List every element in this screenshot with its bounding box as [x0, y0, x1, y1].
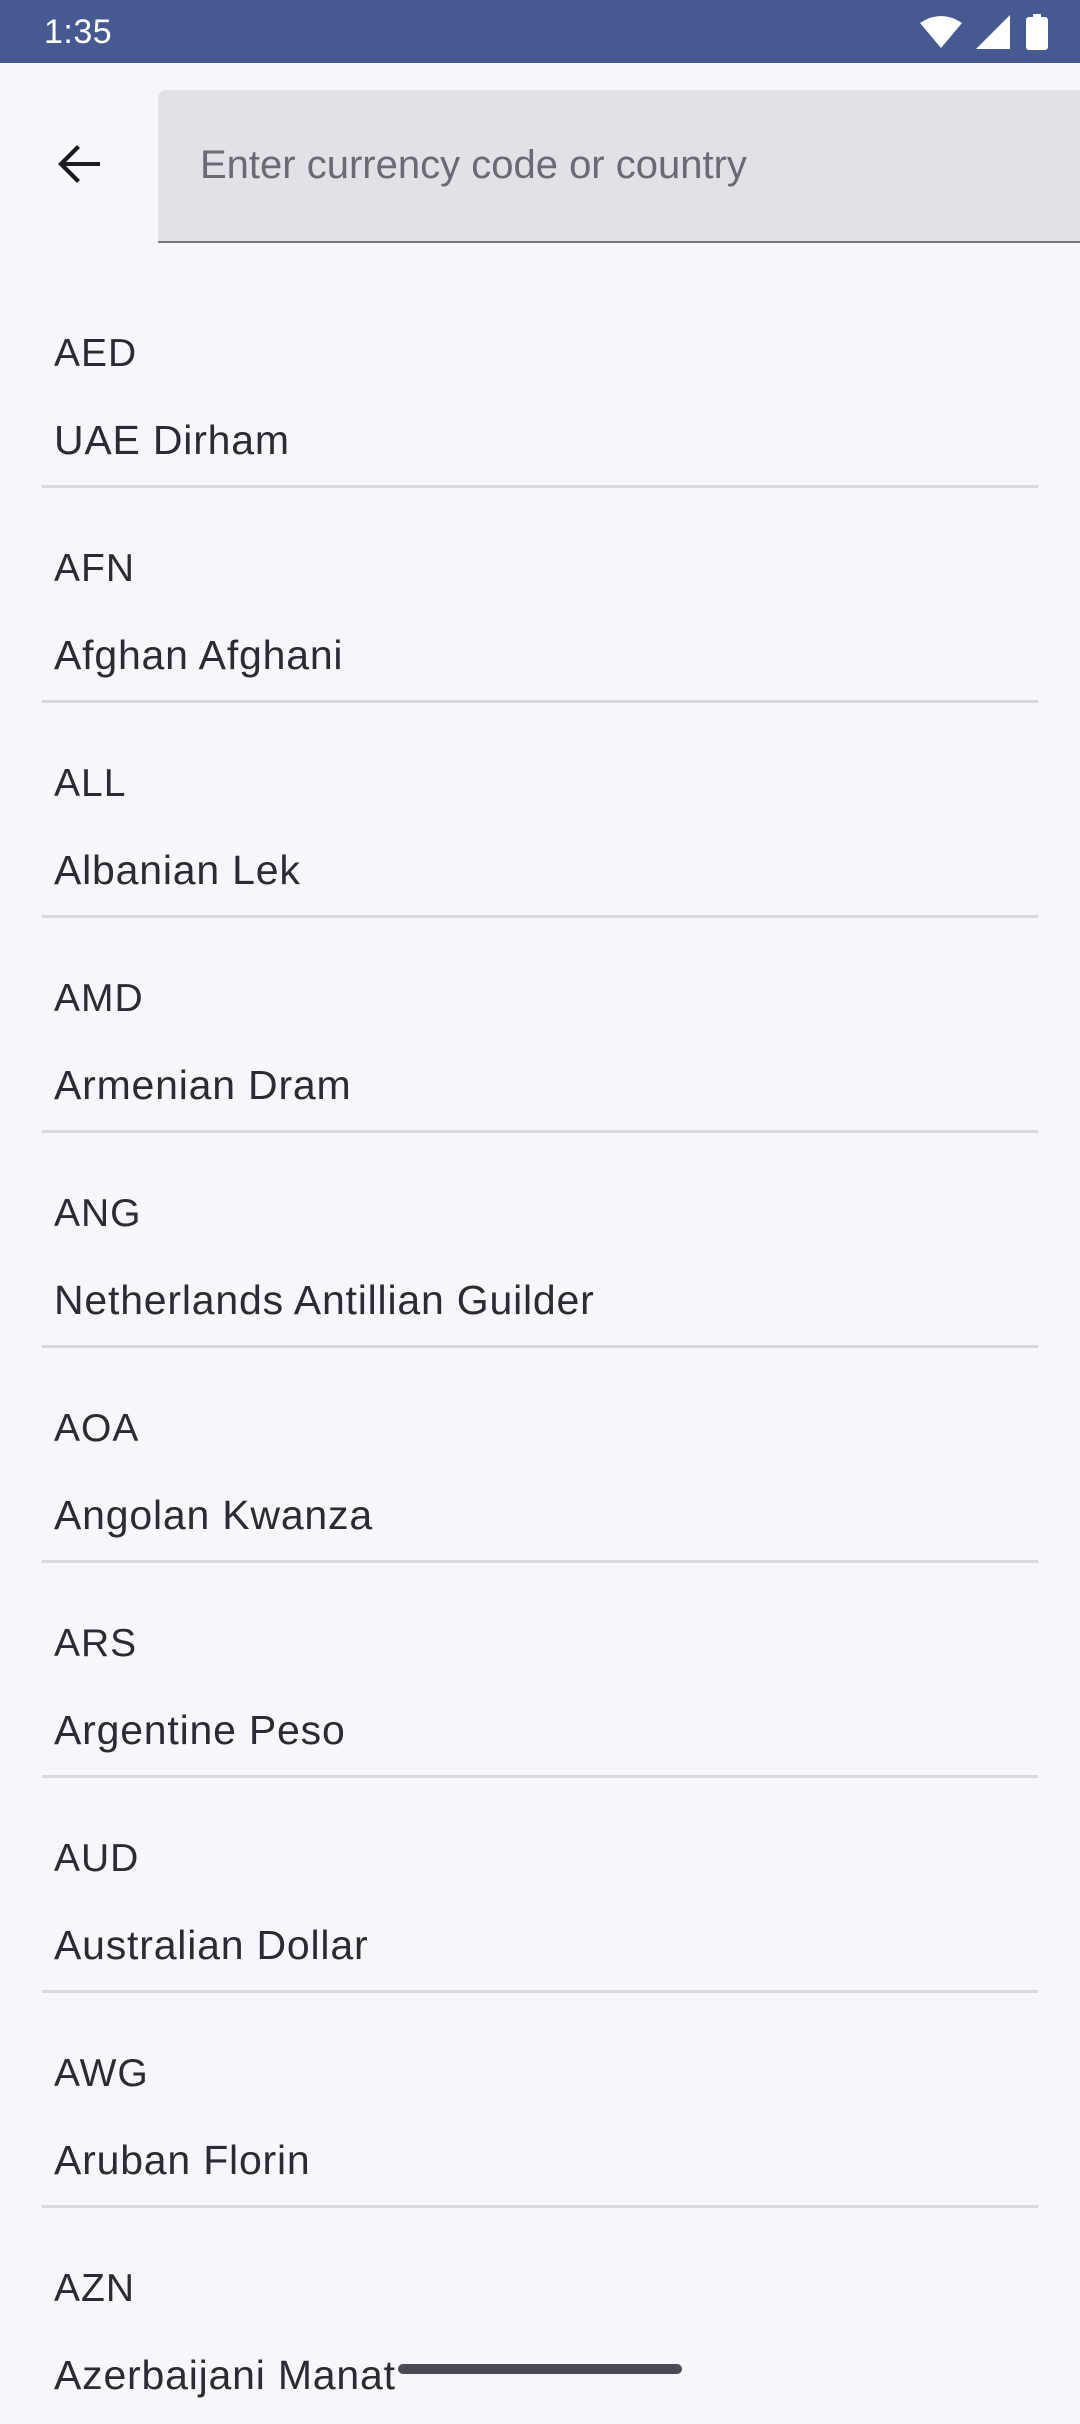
currency-list-item[interactable]: AED UAE Dirham	[0, 274, 1080, 489]
divider	[42, 1990, 1038, 1993]
currency-list-item[interactable]: AMD Armenian Dram	[0, 919, 1080, 1134]
currency-code: AZN	[54, 2267, 135, 2310]
currency-name: Afghan Afghani	[54, 632, 344, 678]
currency-name: Argentine Peso	[54, 1707, 346, 1753]
status-bar: 1:35	[0, 0, 1080, 63]
signal-icon	[976, 15, 1010, 49]
currency-list-item[interactable]: AOA Angolan Kwanza	[0, 1349, 1080, 1564]
currency-code: ANG	[54, 1192, 142, 1235]
divider	[42, 1775, 1038, 1778]
battery-icon	[1026, 14, 1048, 50]
arrow-back-icon	[56, 140, 104, 193]
search-field[interactable]	[158, 90, 1080, 243]
divider	[42, 700, 1038, 703]
currency-list-item[interactable]: ANG Netherlands Antillian Guilder	[0, 1134, 1080, 1349]
divider	[42, 1560, 1038, 1563]
currency-code: ALL	[54, 762, 127, 805]
currency-code: AMD	[54, 977, 144, 1020]
currency-list-item[interactable]: AWG Aruban Florin	[0, 1994, 1080, 2209]
currency-list-item[interactable]: AZN Azerbaijani Manat	[0, 2209, 1080, 2424]
home-indicator[interactable]	[398, 2364, 682, 2374]
divider	[42, 1130, 1038, 1133]
currency-name: Armenian Dram	[54, 1062, 352, 1108]
wifi-icon	[920, 15, 962, 49]
currency-name: Aruban Florin	[54, 2137, 311, 2183]
currency-code: AUD	[54, 1837, 140, 1880]
currency-code: AWG	[54, 2052, 149, 2095]
currency-code: AOA	[54, 1407, 140, 1450]
currency-list: AED UAE Dirham AFN Afghan Afghani ALL Al…	[0, 274, 1080, 2424]
back-button[interactable]	[40, 126, 120, 206]
currency-name: Australian Dollar	[54, 1922, 369, 1968]
divider	[42, 485, 1038, 488]
currency-name: Angolan Kwanza	[54, 1492, 373, 1538]
currency-name: UAE Dirham	[54, 417, 290, 463]
status-icons	[920, 12, 1048, 52]
currency-list-item[interactable]: AFN Afghan Afghani	[0, 489, 1080, 704]
currency-list-item[interactable]: ARS Argentine Peso	[0, 1564, 1080, 1779]
currency-name: Albanian Lek	[54, 847, 301, 893]
divider	[42, 915, 1038, 918]
currency-name: Azerbaijani Manat	[54, 2352, 396, 2398]
divider	[42, 2205, 1038, 2208]
currency-code: AFN	[54, 547, 135, 590]
currency-code: ARS	[54, 1622, 138, 1665]
currency-list-item[interactable]: AUD Australian Dollar	[0, 1779, 1080, 1994]
currency-name: Netherlands Antillian Guilder	[54, 1277, 595, 1323]
currency-code: AED	[54, 332, 138, 375]
search-input[interactable]	[200, 90, 1060, 241]
status-time: 1:35	[44, 13, 113, 51]
currency-list-item[interactable]: ALL Albanian Lek	[0, 704, 1080, 919]
divider	[42, 1345, 1038, 1348]
